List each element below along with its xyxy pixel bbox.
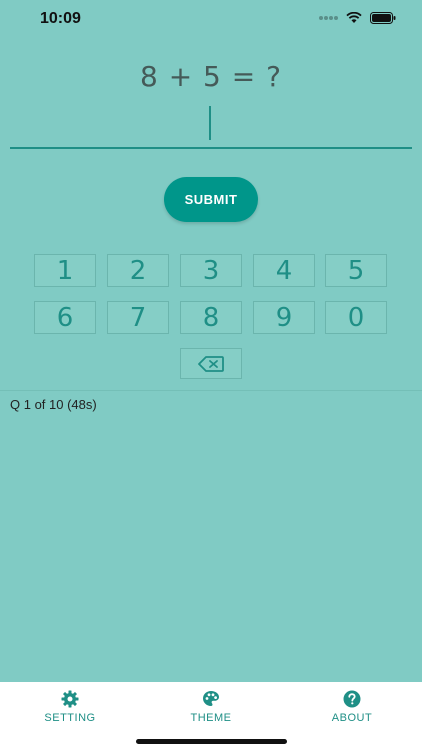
key-1[interactable]: 1 xyxy=(34,254,96,287)
nav-label-setting: SETTING xyxy=(44,712,96,724)
key-9[interactable]: 9 xyxy=(253,301,315,334)
key-2[interactable]: 2 xyxy=(107,254,169,287)
key-7[interactable]: 7 xyxy=(107,301,169,334)
answer-input[interactable] xyxy=(10,100,412,149)
backspace-icon xyxy=(198,355,224,372)
wifi-icon xyxy=(346,12,362,23)
nav-item-theme[interactable]: THEME xyxy=(141,690,281,730)
divider xyxy=(0,390,422,391)
text-cursor xyxy=(209,106,211,140)
status-bar: 10:09 xyxy=(0,0,422,40)
submit-button[interactable]: SUBMIT xyxy=(164,177,258,222)
palette-icon xyxy=(203,691,219,706)
nav-item-setting[interactable]: SETTING xyxy=(0,690,140,730)
key-5[interactable]: 5 xyxy=(325,254,387,287)
status-icons xyxy=(318,12,396,24)
key-3[interactable]: 3 xyxy=(180,254,242,287)
key-8[interactable]: 8 xyxy=(180,301,242,334)
signal-dots-icon xyxy=(319,16,338,20)
backspace-button[interactable] xyxy=(180,348,242,379)
home-indicator xyxy=(136,739,287,744)
key-4[interactable]: 4 xyxy=(253,254,315,287)
nav-label-about: ABOUT xyxy=(331,712,373,724)
key-0[interactable]: 0 xyxy=(325,301,387,334)
nav-label-theme: THEME xyxy=(190,712,232,724)
gear-icon xyxy=(61,690,79,708)
nav-item-about[interactable]: ABOUT xyxy=(282,690,422,730)
key-6[interactable]: 6 xyxy=(34,301,96,334)
battery-icon xyxy=(370,12,396,24)
question-text: 8 + 5 = ? xyxy=(139,60,282,93)
help-circle-icon xyxy=(343,690,361,708)
progress-text: Q 1 of 10 (48s) xyxy=(10,397,97,412)
status-time: 10:09 xyxy=(40,10,81,27)
